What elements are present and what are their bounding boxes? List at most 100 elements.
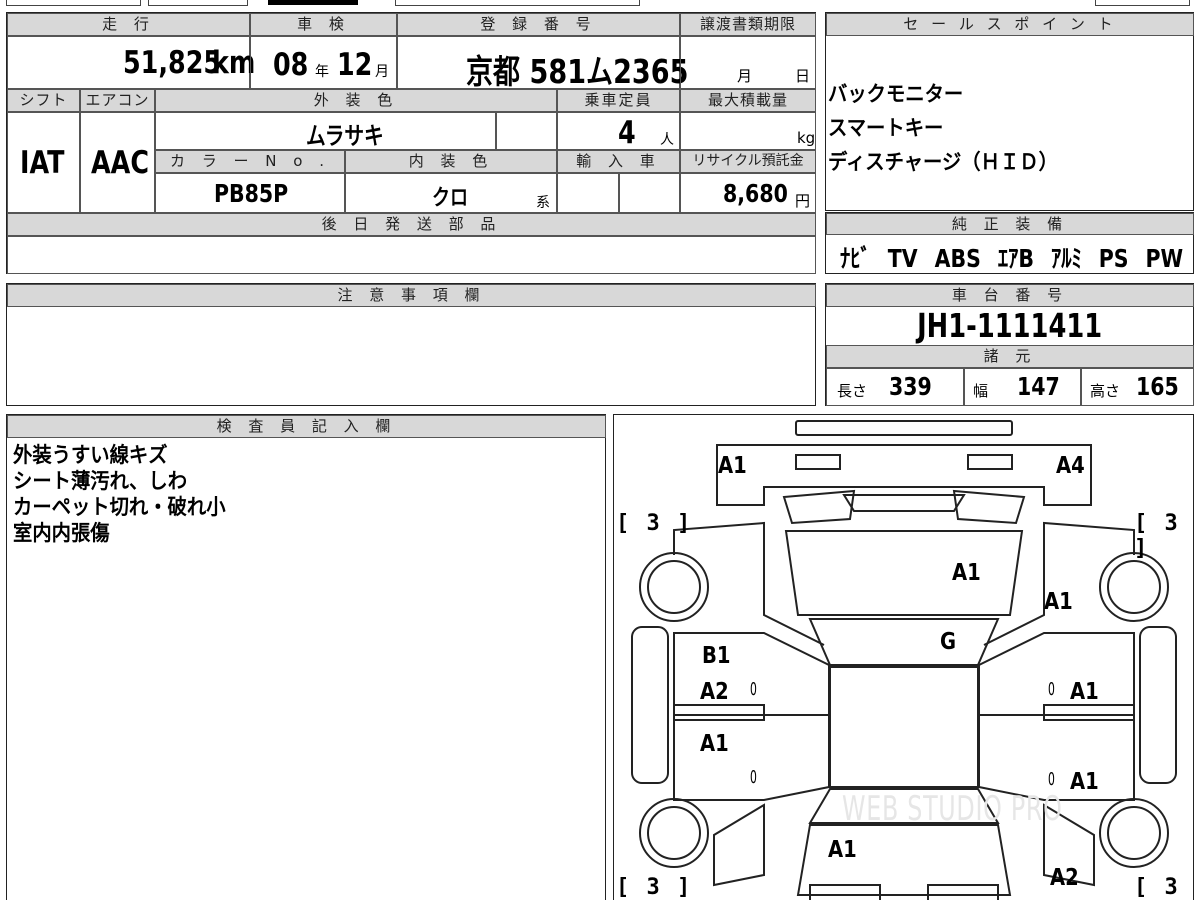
aircon-value: AAC <box>91 145 150 181</box>
chassis-header: 車 台 番 号 <box>826 284 1194 307</box>
inspection-month: 12 <box>337 47 373 83</box>
inspector-line: 室内内張傷 <box>13 521 110 545</box>
max-load-unit: kg <box>797 129 816 147</box>
length-value: 339 <box>889 372 932 401</box>
height-cell: 高さ 165 <box>1081 368 1194 406</box>
length-cell: 長さ 339 <box>826 368 964 406</box>
inspector-line: シート薄汚れ、しわ <box>13 469 188 493</box>
mark-door-fl-2: A2 <box>700 679 729 705</box>
equip-pw: PW <box>1145 244 1184 273</box>
mark-door-fr: A1 <box>1070 679 1099 705</box>
capacity-cell: 4 人 <box>557 112 680 151</box>
car-diagram-box: WEB STUDIO PRO [ 3 ] [ 3 ] [ 3 ] [ 3 ] A… <box>613 414 1194 900</box>
chassis-value-cell: JH1-1111411 <box>826 307 1194 345</box>
color-no-value: PB85P <box>214 179 289 208</box>
sales-point-box: セ ー ル ス ポ イ ン ト バックモニター スマートキー ディスチャージ（Ｈ… <box>825 12 1194 211</box>
inspector-line: 外装うすい線キズ <box>13 443 168 467</box>
equip-abs: ABS <box>934 244 981 273</box>
sales-point-header: セ ー ル ス ポ イ ン ト <box>826 13 1194 36</box>
mark-zero: 0 <box>1048 769 1055 790</box>
import-cell-2 <box>619 173 680 213</box>
mark-zero: 0 <box>750 767 757 788</box>
inspection-year-unit: 年 <box>315 64 329 80</box>
mark-zero: 0 <box>750 679 757 700</box>
transfer-month-unit: 月 <box>737 67 753 85</box>
exterior-color-value: ムラサキ <box>306 122 384 150</box>
mark-rear-right: A2 <box>1050 865 1079 891</box>
mileage-unit: km <box>212 45 256 81</box>
mark-door-rr: A1 <box>1070 769 1099 795</box>
recycle-header: リサイクル預託金 <box>680 150 816 173</box>
height-label: 高さ <box>1090 382 1121 400</box>
transfer-deadline-cell: 月 日 <box>680 36 816 89</box>
exterior-color-extra <box>496 112 557 150</box>
inspector-line: カーペット切れ・破れ小 <box>13 495 226 519</box>
later-parts-header: 後 日 発 送 部 品 <box>7 213 816 236</box>
mark-zero: 0 <box>1048 679 1055 700</box>
notes-header: 注 意 事 項 欄 <box>7 284 816 307</box>
interior-color-unit: 系 <box>536 195 550 211</box>
shift-cell: IAT <box>7 112 80 213</box>
dimensions-header: 諸 元 <box>826 345 1194 368</box>
inspector-box: 検 査 員 記 入 欄 外装うすい線キズ シート薄汚れ、しわ カーペット切れ・破… <box>6 414 606 900</box>
registration-cell: 京都 581ム2365 <box>397 36 688 91</box>
shift-header: シフト <box>7 89 80 112</box>
chassis-box: 車 台 番 号 JH1-1111411 諸 元 長さ 339 幅 147 高さ … <box>825 283 1194 406</box>
sales-point-item: ディスチャージ（ＨＩＤ） <box>828 150 1058 174</box>
sales-point-item: バックモニター <box>828 82 964 106</box>
mileage-header: 走 行 <box>7 13 250 36</box>
diagram-watermark: WEB STUDIO PRO <box>842 789 1063 829</box>
interior-color-header: 内 装 色 <box>345 150 557 173</box>
height-value: 165 <box>1136 372 1179 401</box>
max-load-header: 最大積載量 <box>680 89 816 112</box>
inspection-header: 車 検 <box>250 13 397 36</box>
import-cell-1 <box>557 173 619 213</box>
interior-color-value: クロ <box>432 186 469 211</box>
inspection-month-unit: 月 <box>375 64 389 80</box>
capacity-header: 乗車定員 <box>557 89 680 112</box>
equip-tv: TV <box>887 244 918 273</box>
exterior-color-cell: ムラサキ <box>155 112 496 150</box>
equip-navi: ﾅﾋﾞ <box>840 244 871 273</box>
top-strip <box>0 0 1200 6</box>
width-value: 147 <box>1017 372 1060 401</box>
registration-header: 登 録 番 号 <box>397 13 680 36</box>
registration-value: 京都 581ム2365 <box>466 52 689 91</box>
equip-airbag: ｴｱB <box>997 244 1034 273</box>
inspection-cell: 08 年 12 月 <box>250 36 397 89</box>
aircon-cell: AAC <box>80 112 155 213</box>
mark-front-left: A1 <box>718 453 747 479</box>
recycle-cell: 8,680 円 <box>680 173 816 213</box>
genuine-equipment-list: ﾅﾋﾞ TV ABS ｴｱB ｱﾙﾐ PS PW <box>840 239 1183 275</box>
equip-alloy: ｱﾙﾐ <box>1050 244 1082 273</box>
mark-front-right: A4 <box>1056 453 1085 479</box>
equip-ps: PS <box>1098 244 1129 273</box>
recycle-value: 8,680 <box>723 179 788 208</box>
mark-door-rl: A1 <box>700 731 729 757</box>
width-label: 幅 <box>973 382 989 400</box>
color-no-header: カ ラ ー N o . <box>155 150 345 173</box>
mark-front-fender-right: A1 <box>1044 589 1073 615</box>
exterior-color-header: 外 装 色 <box>155 89 557 112</box>
mark-windshield: G <box>940 629 957 655</box>
mileage-cell: 51,825 km <box>7 36 255 89</box>
later-parts-cell <box>7 236 816 274</box>
transfer-day-unit: 日 <box>795 67 811 85</box>
mileage-value: 51,825 <box>123 45 222 81</box>
bracket-rear-left: [ 3 ] <box>616 875 693 900</box>
bracket-front-right: [ 3 ] <box>1134 511 1180 561</box>
recycle-unit: 円 <box>795 192 811 210</box>
bracket-rear-right: [ 3 ] <box>1134 875 1180 900</box>
mark-hood: A1 <box>952 560 981 586</box>
capacity-value: 4 <box>618 115 636 151</box>
max-load-cell: kg <box>680 112 816 150</box>
genuine-equipment-box: 純 正 装 備 ﾅﾋﾞ TV ABS ｴｱB ｱﾙﾐ PS PW <box>825 212 1194 274</box>
inspector-header: 検 査 員 記 入 欄 <box>7 415 606 438</box>
genuine-equipment-header: 純 正 装 備 <box>826 213 1194 235</box>
aircon-header: エアコン <box>80 89 155 112</box>
width-cell: 幅 147 <box>964 368 1081 406</box>
sales-point-item: スマートキー <box>828 116 944 140</box>
color-no-cell: PB85P <box>155 173 345 213</box>
shift-value: IAT <box>20 145 65 181</box>
sales-point-list: バックモニター スマートキー ディスチャージ（ＨＩＤ） <box>828 77 1078 179</box>
